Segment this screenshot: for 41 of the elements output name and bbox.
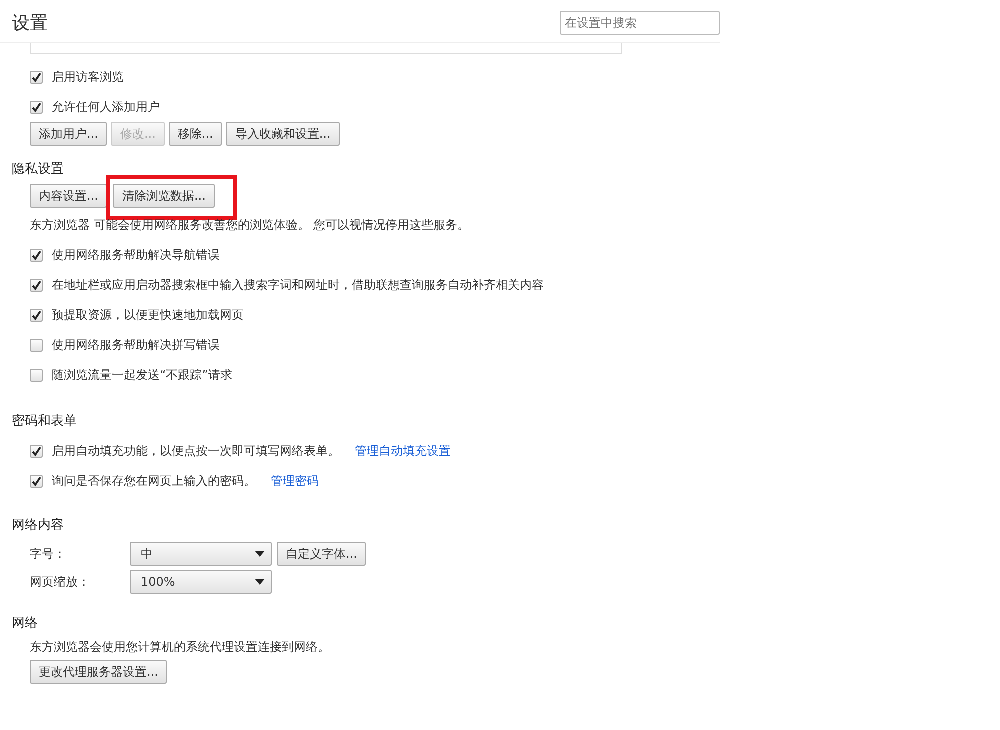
section-heading: 隐私设置 [12, 161, 65, 179]
button[interactable]: 自定义字体... [277, 542, 366, 566]
section-heading: 密码和表单 [12, 413, 78, 431]
button[interactable]: 添加用户... [30, 122, 108, 146]
settings-link[interactable]: 管理密码 [271, 472, 319, 490]
option-label: 在地址栏或应用启动器搜索框中输入搜索字词和网址时，借助联想查询服务自动补齐相关内容 [52, 276, 544, 294]
checkbox[interactable] [30, 444, 43, 458]
description-text: 东方浏览器会使用您计算机的系统代理设置连接到网络。 [30, 639, 331, 656]
checkbox[interactable] [30, 474, 43, 488]
checkbox[interactable] [30, 248, 43, 262]
button[interactable]: 内容设置... [30, 184, 108, 208]
option-label: 允许任何人添加用户 [52, 98, 160, 116]
dropdown[interactable]: 中 [130, 542, 272, 566]
option-label: 启用访客浏览 [52, 68, 124, 86]
field-label: 网页缩放： [30, 574, 91, 590]
option-label: 使用网络服务帮助解决拼写错误 [52, 336, 220, 354]
option-label: 启用自动填充功能，以便点按一次即可填写网络表单。 [52, 442, 340, 460]
page-title: 设置 [12, 12, 48, 35]
option-label: 使用网络服务帮助解决导航错误 [52, 246, 220, 264]
option-label: 随浏览流量一起发送“不跟踪”请求 [52, 366, 232, 384]
description-text: 东方浏览器 可能会使用网络服务改善您的浏览体验。 您可以视情况停用这些服务。 [30, 217, 471, 234]
checkbox[interactable] [30, 338, 43, 352]
settings-link[interactable]: 管理自动填充设置 [355, 442, 451, 460]
checkbox[interactable] [30, 308, 43, 322]
section-heading: 网络 [12, 615, 39, 633]
checkbox[interactable] [30, 278, 43, 292]
search-field[interactable]: 在设置中搜索 [560, 11, 720, 35]
option-label: 询问是否保存您在网页上输入的密码。 [52, 472, 256, 490]
section-heading: 网络内容 [12, 517, 65, 535]
checkbox[interactable] [30, 70, 43, 84]
dropdown[interactable]: 100% [130, 570, 272, 594]
option-label: 预提取资源，以便更快速地加载网页 [52, 306, 244, 324]
field-label: 字号： [30, 546, 67, 562]
button[interactable]: 导入收藏和设置... [226, 122, 340, 146]
checkbox[interactable] [30, 368, 43, 382]
button[interactable]: 清除浏览数据... [113, 184, 215, 208]
dropdown-arrow-icon [255, 551, 265, 557]
button[interactable]: 更改代理服务器设置... [30, 660, 168, 684]
button[interactable]: 移除... [168, 122, 222, 146]
dropdown-arrow-icon [255, 579, 265, 585]
checkbox[interactable] [30, 100, 43, 114]
